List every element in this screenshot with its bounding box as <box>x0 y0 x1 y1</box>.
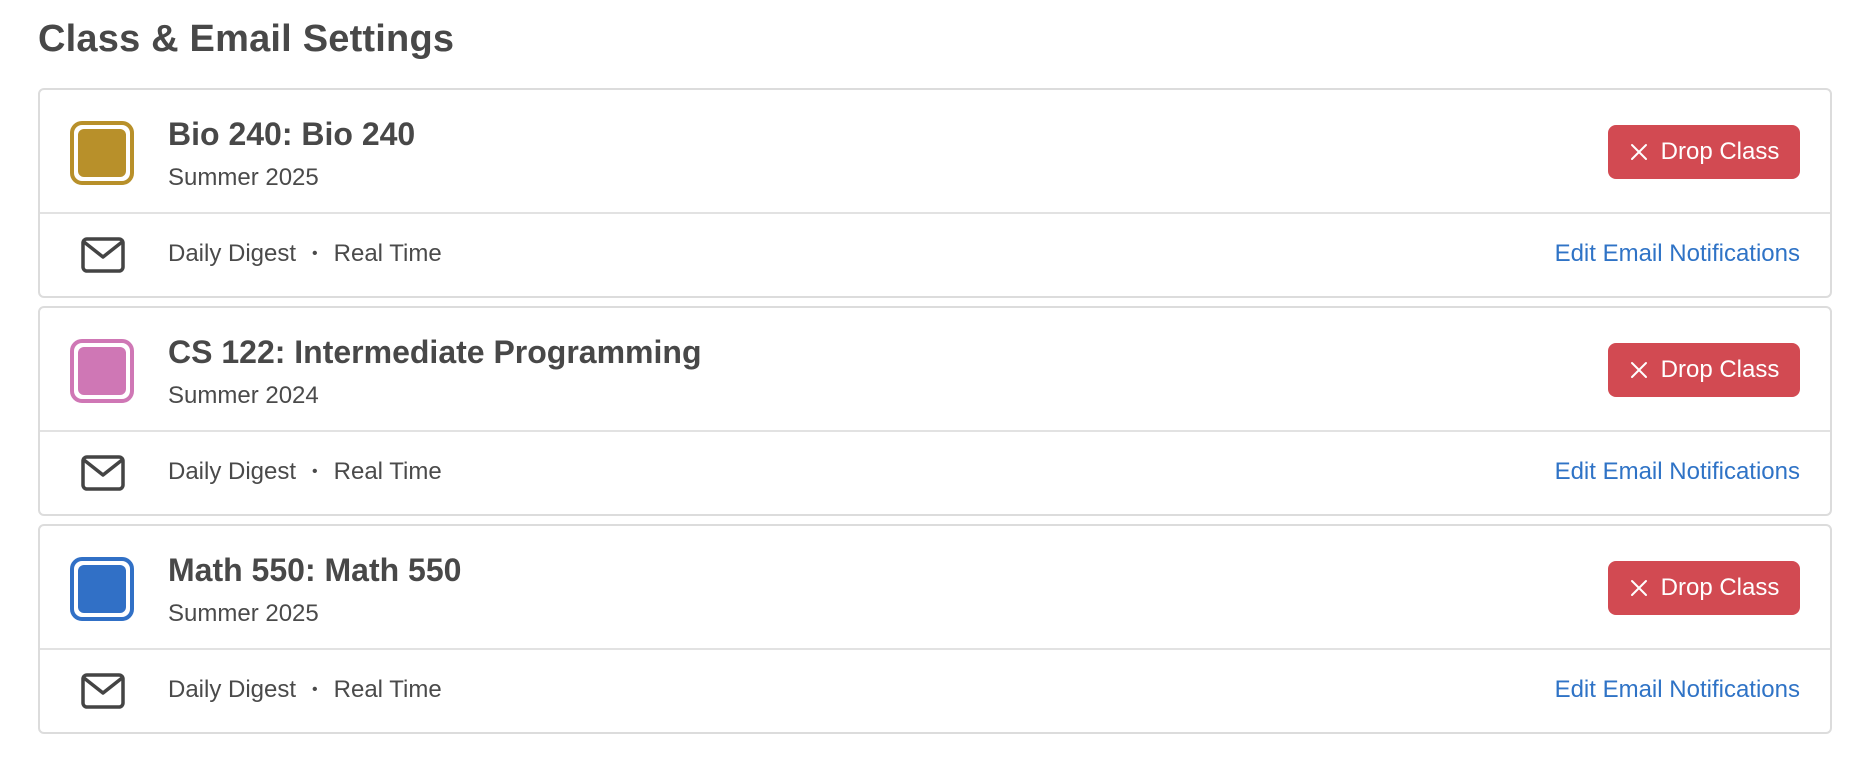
close-icon <box>1630 144 1647 160</box>
email-frequency: Daily Digest • Real Time <box>168 458 442 486</box>
class-color-swatch[interactable] <box>70 121 134 185</box>
drop-class-label: Drop Class <box>1660 138 1780 165</box>
email-frequency: Daily Digest • Real Time <box>168 676 442 704</box>
page-title: Class & Email Settings <box>38 18 455 60</box>
class-color-fill <box>78 129 126 177</box>
class-card: Bio 240: Bio 240 Summer 2025 Drop Class … <box>38 88 1832 298</box>
class-card-header: Bio 240: Bio 240 Summer 2025 Drop Class <box>40 90 1830 214</box>
drop-class-button[interactable]: Drop Class <box>1608 561 1800 615</box>
class-color-fill <box>78 347 126 395</box>
email-settings-row: Daily Digest • Real Time Edit Email Noti… <box>40 214 1830 296</box>
envelope-icon <box>81 673 125 709</box>
class-card: CS 122: Intermediate Programming Summer … <box>38 306 1832 516</box>
separator-dot: • <box>312 681 318 698</box>
class-card-header: CS 122: Intermediate Programming Summer … <box>40 308 1830 432</box>
frequency-real-time: Real Time <box>333 240 442 267</box>
class-card-header: Math 550: Math 550 Summer 2025 Drop Clas… <box>40 526 1830 650</box>
class-term: Summer 2025 <box>168 600 319 627</box>
drop-class-button[interactable]: Drop Class <box>1608 343 1800 397</box>
frequency-real-time: Real Time <box>333 458 442 485</box>
class-name: Math 550: Math 550 <box>168 552 462 588</box>
email-frequency: Daily Digest • Real Time <box>168 240 442 268</box>
frequency-daily-digest: Daily Digest <box>168 676 297 703</box>
class-email-settings-page: Class & Email Settings Bio 240: Bio 240 … <box>0 0 1862 760</box>
drop-class-button[interactable]: Drop Class <box>1608 125 1800 179</box>
separator-dot: • <box>312 245 318 262</box>
class-color-swatch[interactable] <box>70 339 134 403</box>
drop-class-label: Drop Class <box>1660 356 1780 383</box>
class-term: Summer 2025 <box>168 164 319 191</box>
frequency-daily-digest: Daily Digest <box>168 240 297 267</box>
envelope-icon <box>81 237 125 273</box>
close-icon <box>1630 362 1647 378</box>
frequency-real-time: Real Time <box>333 676 442 703</box>
class-color-swatch[interactable] <box>70 557 134 621</box>
class-name: CS 122: Intermediate Programming <box>168 334 702 370</box>
drop-class-label: Drop Class <box>1660 574 1780 601</box>
separator-dot: • <box>312 463 318 480</box>
frequency-daily-digest: Daily Digest <box>168 458 297 485</box>
envelope-icon <box>81 455 125 491</box>
class-color-fill <box>78 565 126 613</box>
edit-email-notifications-link[interactable]: Edit Email Notifications <box>1555 676 1800 704</box>
class-term: Summer 2024 <box>168 382 319 409</box>
class-name: Bio 240: Bio 240 <box>168 116 416 152</box>
email-settings-row: Daily Digest • Real Time Edit Email Noti… <box>40 432 1830 514</box>
close-icon <box>1630 580 1647 596</box>
email-settings-row: Daily Digest • Real Time Edit Email Noti… <box>40 650 1830 732</box>
edit-email-notifications-link[interactable]: Edit Email Notifications <box>1555 458 1800 486</box>
class-card: Math 550: Math 550 Summer 2025 Drop Clas… <box>38 524 1832 734</box>
edit-email-notifications-link[interactable]: Edit Email Notifications <box>1555 240 1800 268</box>
